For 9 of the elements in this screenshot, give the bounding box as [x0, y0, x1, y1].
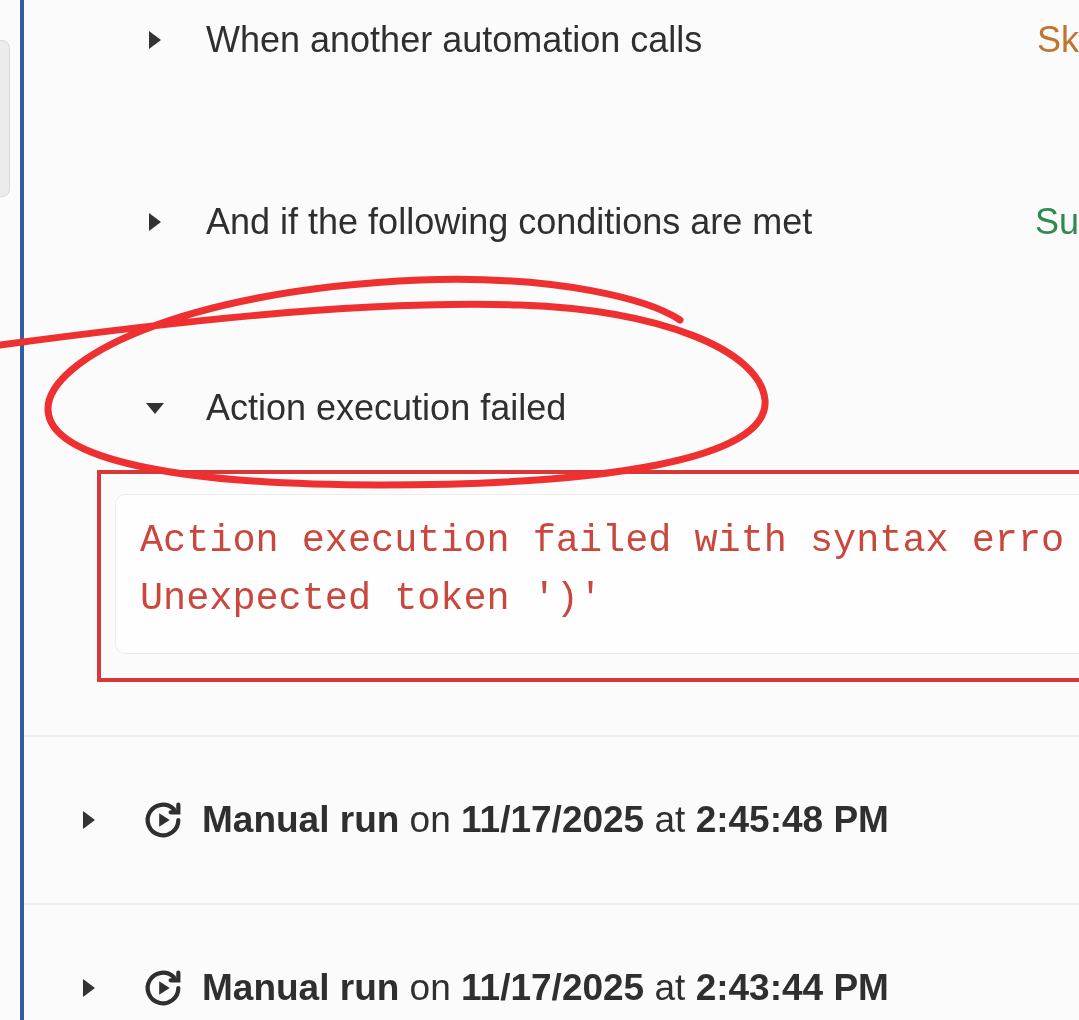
step-status: Su [1034, 201, 1079, 243]
error-text: Unexpected token ')' [140, 576, 604, 623]
run-title[interactable]: Manual run on 11/17/2025 at 2:43:44 PM [202, 967, 889, 1009]
step-title: And if the following conditions are met [206, 201, 813, 243]
run-title[interactable]: Manual run on 11/17/2025 at 2:45:48 PM [202, 799, 889, 841]
step-title: Action execution failed [206, 387, 567, 429]
step-status: Sk [1037, 19, 1079, 61]
step-title: When another automation calls [206, 19, 703, 61]
error-text: Action execution failed with syntax erro [140, 518, 1066, 565]
